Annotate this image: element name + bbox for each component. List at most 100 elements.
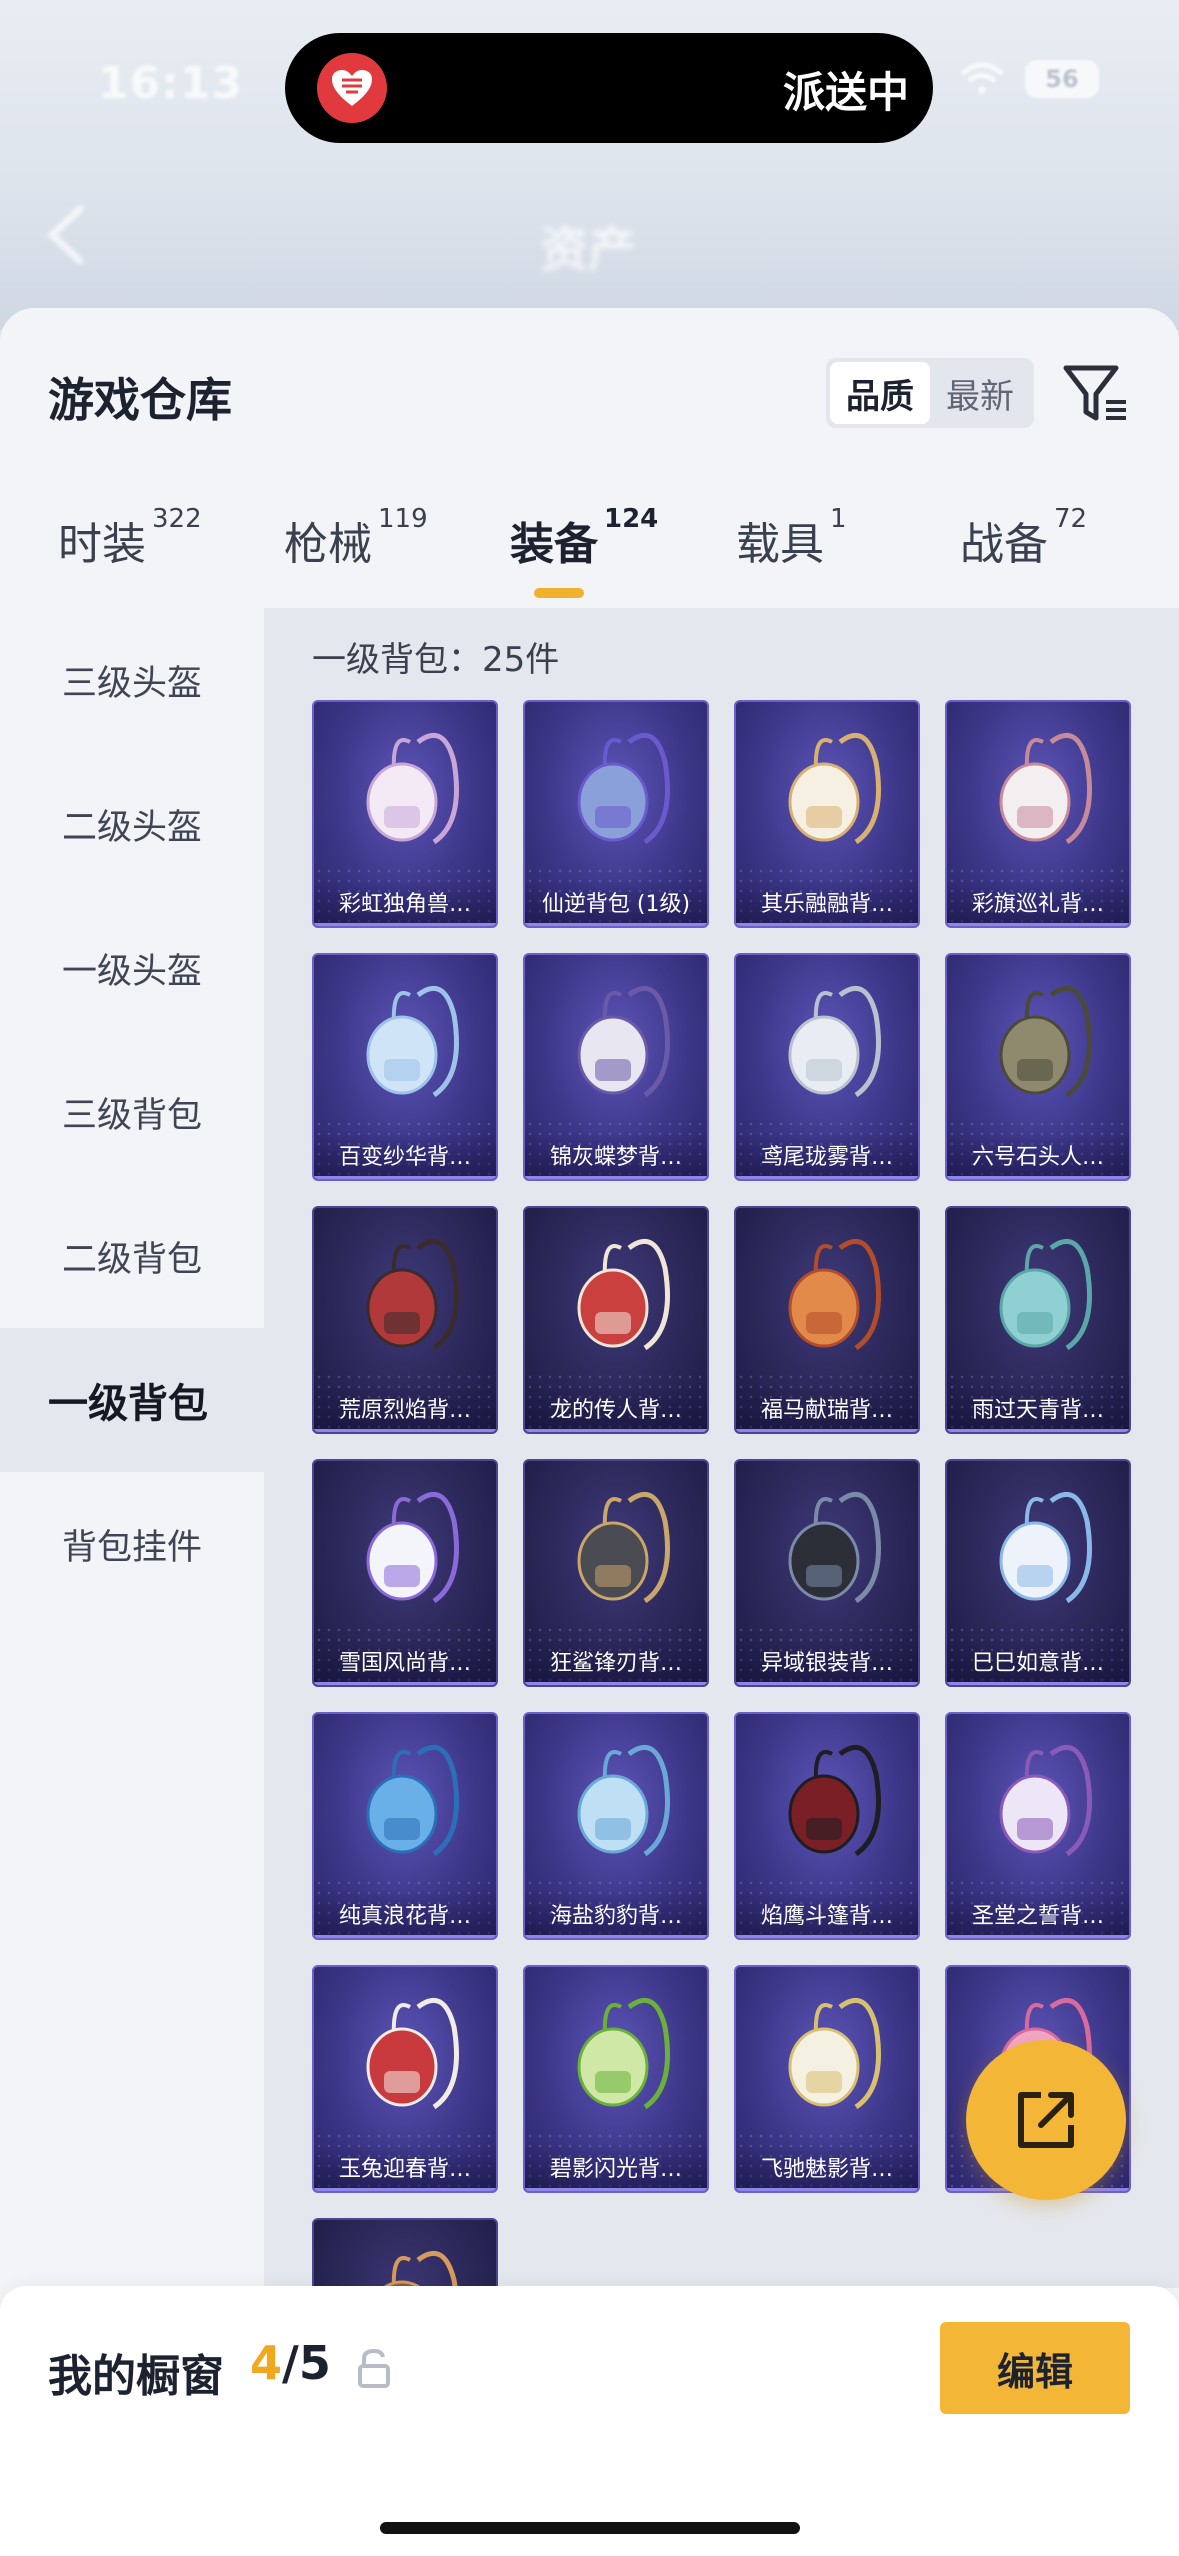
item-card[interactable]: 异域银装背… (734, 1459, 920, 1687)
tab-vehicles[interactable]: 载具 1 (736, 504, 847, 572)
rarity-stripe (525, 1176, 707, 1179)
sidebar-item-level2-helmet[interactable]: 二级头盔 (0, 752, 264, 896)
item-card[interactable]: 六号石头人… (945, 953, 1131, 1181)
item-card[interactable]: 飞驰魅影背… (734, 1965, 920, 2193)
sort-latest-button[interactable]: 最新 (930, 362, 1030, 424)
nav-title: 资产 (540, 222, 637, 278)
item-card-label: 异域银装背… (736, 1637, 918, 1685)
item-card-label: 狂鲨锋刃背… (525, 1637, 707, 1685)
filter-icon[interactable] (1060, 358, 1132, 430)
wifi-icon (960, 62, 1004, 94)
rarity-stripe (736, 1429, 918, 1432)
sidebar-item-backpack-charm[interactable]: 背包挂件 (0, 1472, 264, 1616)
item-card-label: 海盐豹豹背… (525, 1890, 707, 1938)
item-card[interactable]: 锦灰蝶梦背… (523, 953, 709, 1181)
item-card[interactable]: 彩旗巡礼背… (945, 700, 1131, 928)
sort-quality-button[interactable]: 品质 (830, 362, 930, 424)
island-status-text: 派送中 (782, 68, 909, 117)
dynamic-island[interactable]: 派送中 (285, 33, 933, 143)
backpack-icon (577, 1491, 670, 1604)
sidebar-item-level3-backpack[interactable]: 三级背包 (0, 1040, 264, 1184)
backpack-icon (366, 1744, 459, 1857)
rarity-stripe (736, 1935, 918, 1938)
tab-battle-gear[interactable]: 战备 72 (960, 504, 1087, 572)
item-card-label: 巳巳如意背… (947, 1637, 1129, 1685)
rarity-stripe (525, 923, 707, 926)
home-indicator (380, 2522, 800, 2534)
rarity-stripe (314, 1429, 496, 1432)
item-card[interactable]: 纯真浪花背… (312, 1712, 498, 1940)
item-card[interactable]: 巳巳如意背… (945, 1459, 1131, 1687)
backpack-icon (788, 732, 881, 845)
item-card[interactable]: 雨过天青背… (945, 1206, 1131, 1434)
item-card-label: 雪国风尚背… (314, 1637, 496, 1685)
item-card[interactable]: 雪国风尚背… (312, 1459, 498, 1687)
item-card[interactable]: 焰鹰斗篷背… (734, 1712, 920, 1940)
showcase-title: 我的橱窗 (48, 2351, 224, 2402)
sidebar-item-level1-backpack[interactable]: 一级背包 (0, 1328, 264, 1472)
external-link-icon (1018, 2092, 1074, 2148)
item-card[interactable]: 海盐豹豹背… (523, 1712, 709, 1940)
grid-heading: 一级背包：25件 (312, 640, 560, 680)
item-card-label: 百变纱华背… (314, 1131, 496, 1179)
showcase-count: 4/5 (250, 2336, 331, 2390)
item-card-label: 碧影闪光背… (525, 2143, 707, 2191)
item-card[interactable]: 福马献瑞背… (734, 1206, 920, 1434)
item-card[interactable]: 碧影闪光背… (523, 1965, 709, 2193)
showcase-bar: 我的橱窗 4/5 编辑 (0, 2286, 1179, 2556)
item-card-label: 圣堂之誓背… (947, 1890, 1129, 1938)
edit-button[interactable]: 编辑 (940, 2322, 1130, 2414)
backpack-icon (577, 1744, 670, 1857)
rarity-stripe (736, 1176, 918, 1179)
backpack-icon (577, 1238, 670, 1351)
item-card-label: 纯真浪花背… (314, 1890, 496, 1938)
item-card-label: 其乐融融背… (736, 878, 918, 926)
item-card[interactable]: 彩虹独角兽… (312, 700, 498, 928)
item-card[interactable]: 荒原烈焰背… (312, 1206, 498, 1434)
item-card[interactable]: 龙的传人背… (523, 1206, 709, 1434)
status-time: 16:13 (98, 58, 244, 109)
item-card[interactable]: 圣堂之誓背… (945, 1712, 1131, 1940)
battery-icon: 56 (1025, 60, 1099, 98)
item-card-label: 彩旗巡礼背… (947, 878, 1129, 926)
tab-firearms[interactable]: 枪械 119 (284, 504, 428, 572)
sidebar-item-level1-helmet[interactable]: 一级头盔 (0, 896, 264, 1040)
item-card[interactable]: 玉兔迎春背… (312, 1965, 498, 2193)
status-icons: 56 (959, 60, 1099, 98)
item-card-label: 飞驰魅影背… (736, 2143, 918, 2191)
rarity-stripe (947, 1429, 1129, 1432)
item-card-label: 锦灰蝶梦背… (525, 1131, 707, 1179)
backpack-icon (999, 732, 1092, 845)
item-card[interactable]: 鸢尾珑雾背… (734, 953, 920, 1181)
item-card-label: 彩虹独角兽… (314, 878, 496, 926)
item-card-label: 雨过天青背… (947, 1384, 1129, 1432)
item-card[interactable]: 其乐融融背… (734, 700, 920, 928)
backpack-icon (577, 732, 670, 845)
tab-equipment[interactable]: 装备 124 (510, 504, 658, 572)
backpack-icon (788, 985, 881, 1098)
rarity-stripe (947, 1935, 1129, 1938)
sidebar-item-level2-backpack[interactable]: 二级背包 (0, 1184, 264, 1328)
backpack-icon (366, 732, 459, 845)
share-button[interactable] (966, 2040, 1126, 2200)
rarity-stripe (314, 2188, 496, 2191)
item-card-label: 龙的传人背… (525, 1384, 707, 1432)
backpack-icon (577, 985, 670, 1098)
item-card-label: 鸢尾珑雾背… (736, 1131, 918, 1179)
back-arrow-icon[interactable] (44, 205, 88, 265)
backpack-icon (999, 1744, 1092, 1857)
backpack-icon (366, 1997, 459, 2110)
backpack-icon (788, 1997, 881, 2110)
warehouse-sheet: 游戏仓库 品质 最新 时装 322 枪械 119 装备 124 载具 1 战备 72 三级… (0, 308, 1179, 2556)
rarity-stripe (736, 1682, 918, 1685)
backpack-icon (577, 1997, 670, 2110)
tab-fashion[interactable]: 时装 322 (58, 504, 202, 572)
item-card-label: 仙逆背包 (1级) (525, 878, 707, 926)
rarity-stripe (947, 923, 1129, 926)
item-card[interactable]: 狂鲨锋刃背… (523, 1459, 709, 1687)
rarity-stripe (736, 923, 918, 926)
item-card[interactable]: 仙逆背包 (1级) (523, 700, 709, 928)
sidebar-item-level3-helmet[interactable]: 三级头盔 (0, 608, 264, 752)
item-card[interactable]: 百变纱华背… (312, 953, 498, 1181)
rarity-stripe (314, 1935, 496, 1938)
